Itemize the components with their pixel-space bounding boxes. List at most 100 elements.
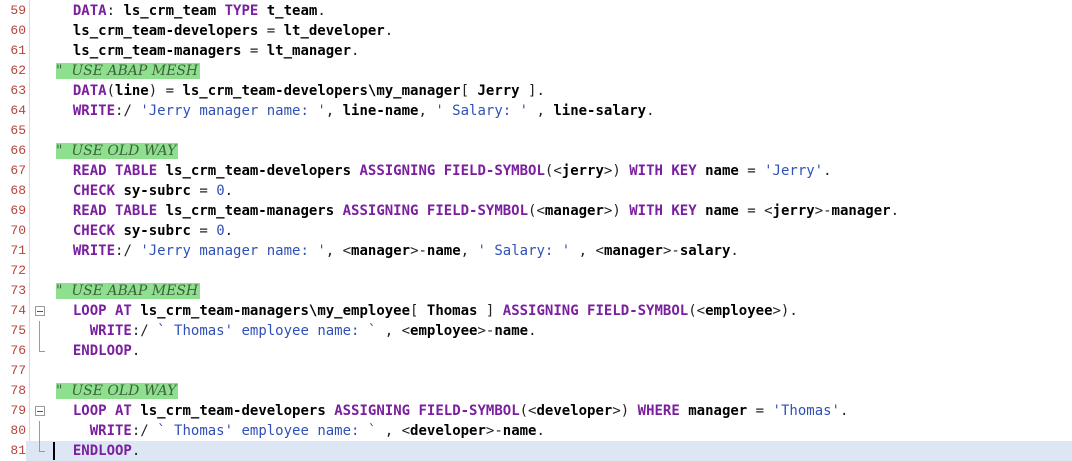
- fold-guide-line: [30, 321, 50, 341]
- operator-token: ]: [477, 303, 503, 319]
- identifier-token: t_team: [266, 3, 318, 19]
- keyword-token: ENDLOOP: [72, 443, 132, 459]
- identifier-token: manager: [603, 243, 663, 259]
- comment: " USE OLD WAY: [56, 143, 179, 159]
- string-literal: 'Jerry manager name: ': [140, 103, 326, 119]
- code-text: WRITE:/ ` Thomas' employee name: ` , <em…: [56, 321, 537, 341]
- line-number: 68: [0, 181, 26, 201]
- keyword-token: WRITE: [72, 243, 116, 259]
- line-number: 69: [0, 201, 26, 221]
- code-line[interactable]: 68 CHECK sy-subrc = 0.: [0, 181, 1072, 201]
- line-number: 80: [0, 421, 26, 441]
- code-line[interactable]: 80 WRITE:/ ` Thomas' employee name: ` , …: [0, 421, 1072, 441]
- keyword-token: WRITE: [89, 323, 132, 339]
- line-number: 72: [0, 261, 26, 281]
- keyword-token: ASSIGNING FIELD-SYMBOL: [359, 163, 545, 179]
- comment: " USE OLD WAY: [56, 383, 179, 399]
- code-line[interactable]: 61 ls_crm_team-managers = lt_manager.: [0, 41, 1072, 61]
- identifier-token: line: [115, 83, 149, 99]
- code-text: " USE OLD WAY: [56, 381, 179, 401]
- code-line[interactable]: 78 " USE OLD WAY: [0, 381, 1072, 401]
- code-text: WRITE:/ 'Jerry manager name: ', <manager…: [56, 241, 739, 261]
- code-line[interactable]: 70 CHECK sy-subrc = 0.: [0, 221, 1072, 241]
- identifier-token: line-salary: [553, 103, 647, 119]
- operator-token: ,: [325, 103, 343, 119]
- code-line[interactable]: 59 DATA: ls_crm_team TYPE t_team.: [0, 1, 1072, 21]
- identifier-token: Thomas: [426, 303, 478, 319]
- code-text: WRITE:/ 'Jerry manager name: ', line-nam…: [56, 101, 655, 121]
- code-line[interactable]: 67 READ TABLE ls_crm_team-developers ASS…: [0, 161, 1072, 181]
- operator-token: =: [258, 23, 284, 39]
- operator-token: , <: [570, 243, 604, 259]
- code-line[interactable]: 63 DATA(line) = ls_crm_team-developers\m…: [0, 81, 1072, 101]
- operator-token: = <: [738, 203, 773, 219]
- code-line[interactable]: 76 ENDLOOP.: [0, 341, 1072, 361]
- identifier-token: manager: [544, 203, 604, 219]
- operator-token: >-: [662, 243, 680, 259]
- identifier-token: manager: [351, 243, 411, 259]
- operator-token: .: [536, 423, 545, 439]
- line-number: 81: [0, 441, 26, 461]
- code-line[interactable]: 71 WRITE:/ 'Jerry manager name: ', <mana…: [0, 241, 1072, 261]
- code-line[interactable]: 65: [0, 121, 1072, 141]
- code-line[interactable]: 69 READ TABLE ls_crm_team-managers ASSIG…: [0, 201, 1072, 221]
- string-literal: 'Jerry manager name: ': [140, 243, 326, 259]
- number-literal: 0: [216, 183, 225, 199]
- code-text: WRITE:/ ` Thomas' employee name: ` , <de…: [56, 421, 545, 441]
- identifier-token: sy-subrc: [123, 223, 191, 239]
- identifier-token: name: [494, 323, 529, 339]
- code-line[interactable]: 74 LOOP AT ls_crm_team-managers\my_emplo…: [0, 301, 1072, 321]
- string-literal: ' Salary: ': [435, 103, 529, 119]
- keyword-token: ENDLOOP: [72, 343, 132, 359]
- line-number: 75: [0, 321, 26, 341]
- code-text: CHECK sy-subrc = 0.: [56, 221, 233, 241]
- identifier-token: line-name: [342, 103, 419, 119]
- keyword-token: ASSIGNING FIELD-SYMBOL: [334, 403, 520, 419]
- code-line[interactable]: 64 WRITE:/ 'Jerry manager name: ', line-…: [0, 101, 1072, 121]
- line-number: 70: [0, 221, 26, 241]
- identifier-token: name: [426, 243, 461, 259]
- fold-collapse-icon[interactable]: [30, 301, 50, 321]
- operator-token: [680, 403, 688, 419]
- line-number: 74: [0, 301, 26, 321]
- code-text: LOOP AT ls_crm_team-managers\my_employee…: [56, 301, 798, 321]
- operator-token: =: [190, 223, 217, 239]
- keyword-token: CHECK: [72, 183, 116, 199]
- operator-token: .: [730, 243, 739, 259]
- operator-token: ,: [418, 103, 436, 119]
- code-line[interactable]: 62 " USE ABAP MESH: [0, 61, 1072, 81]
- identifier-token: jerry: [772, 203, 815, 219]
- code-line[interactable]: 75 WRITE:/ ` Thomas' employee name: ` , …: [0, 321, 1072, 341]
- code-line[interactable]: 72: [0, 261, 1072, 281]
- code-text: CHECK sy-subrc = 0.: [56, 181, 233, 201]
- code-line[interactable]: 79 LOOP AT ls_crm_team-developers ASSIGN…: [0, 401, 1072, 421]
- code-editor[interactable]: 59 DATA: ls_crm_team TYPE t_team. 60 ls_c…: [0, 0, 1072, 461]
- operator-token: >).: [772, 303, 798, 319]
- code-text: ls_crm_team-managers = lt_manager.: [56, 41, 360, 61]
- code-line[interactable]: 73 " USE ABAP MESH: [0, 281, 1072, 301]
- operator-token: [326, 403, 334, 419]
- string-literal: ` Thomas' employee name: `: [157, 423, 377, 439]
- keyword-token: READ TABLE: [72, 203, 158, 219]
- fold-end-marker: [30, 441, 50, 461]
- code-line[interactable]: 60 ls_crm_team-developers = lt_developer…: [0, 21, 1072, 41]
- operator-token: >-: [485, 423, 503, 439]
- comment: " USE ABAP MESH: [56, 63, 201, 79]
- identifier-token: name: [705, 203, 739, 219]
- code-line[interactable]: 77: [0, 361, 1072, 381]
- operator-token: [: [460, 83, 478, 99]
- operator-token: .: [317, 3, 326, 19]
- code-line[interactable]: 66 " USE OLD WAY: [0, 141, 1072, 161]
- code-text: DATA(line) = ls_crm_team-developers\my_m…: [56, 81, 545, 101]
- keyword-token: LOOP AT: [72, 403, 132, 419]
- operator-token: , <: [376, 423, 411, 439]
- identifier-token: name: [705, 163, 739, 179]
- fold-collapse-icon[interactable]: [30, 401, 50, 421]
- code-line[interactable]: 81 ENDLOOP.: [0, 441, 1072, 461]
